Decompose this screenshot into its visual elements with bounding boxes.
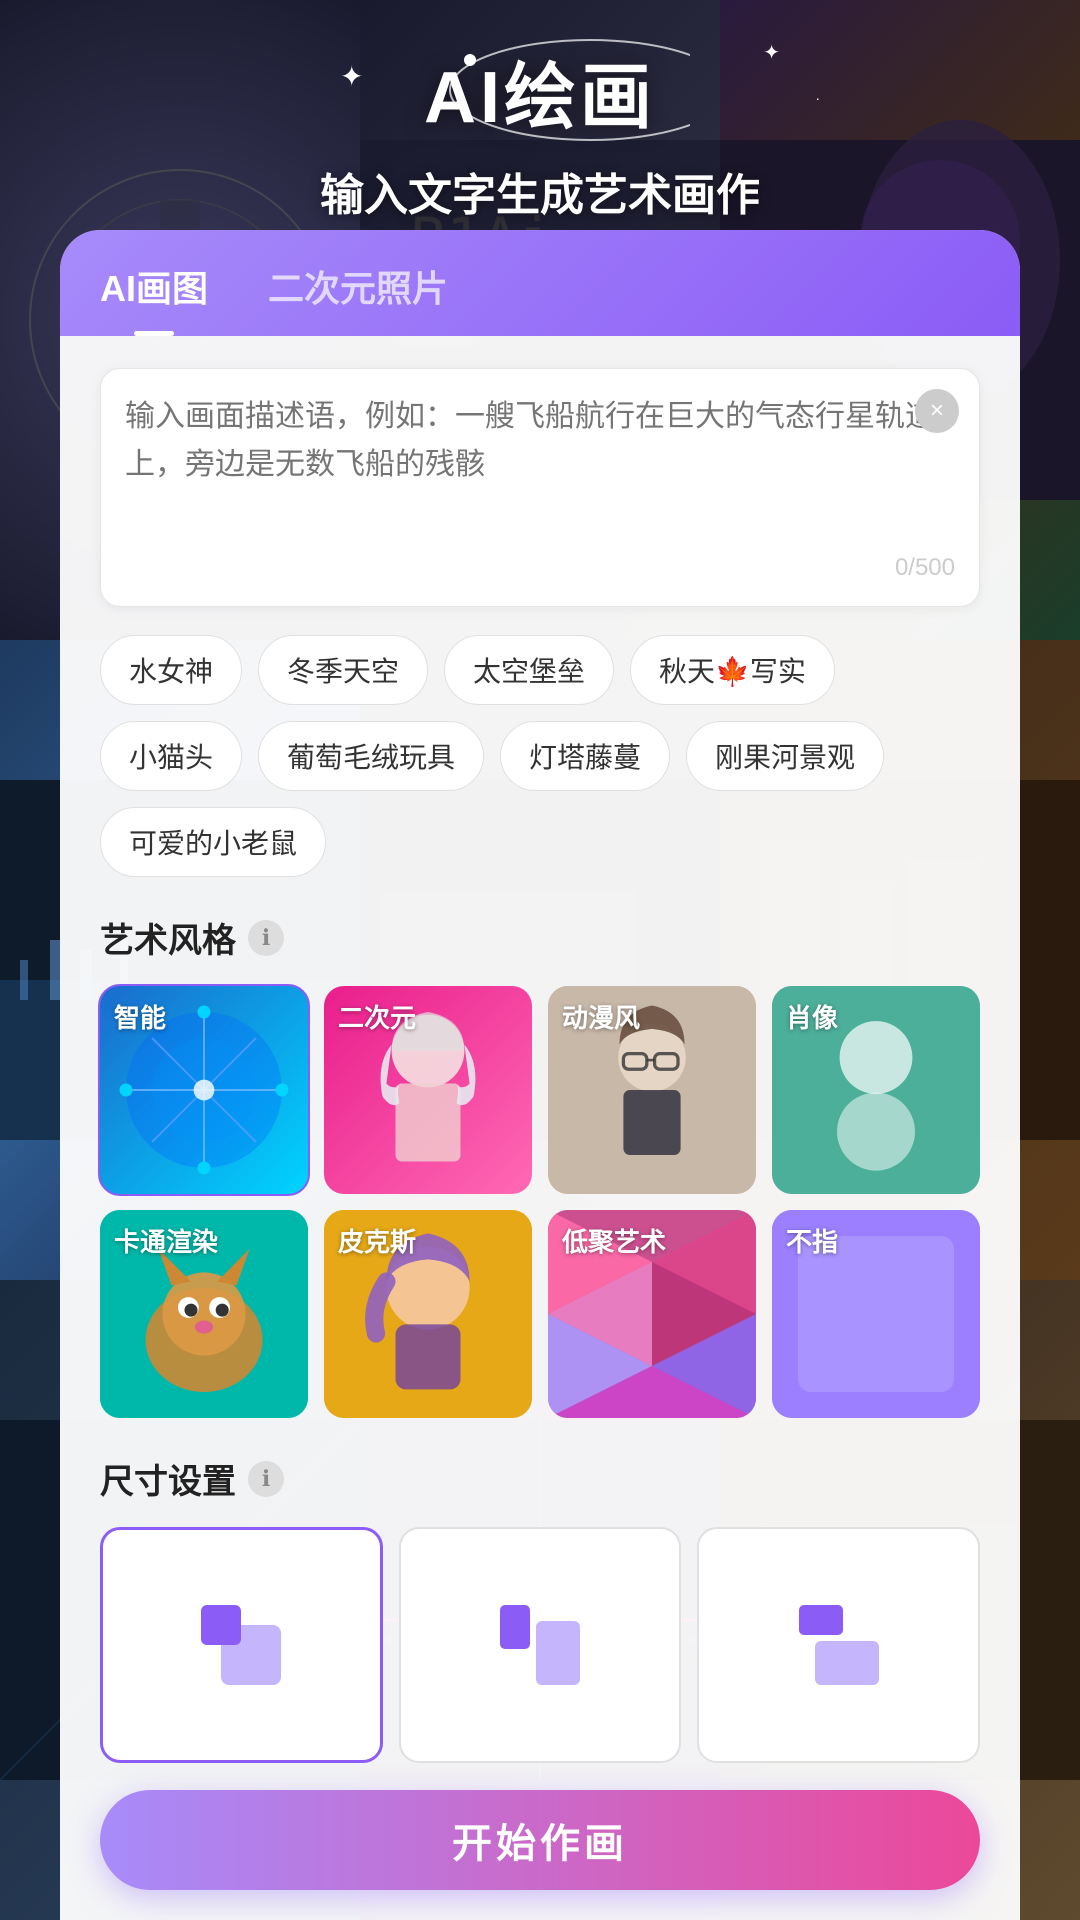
size-icon-landscape [799, 1605, 879, 1685]
tag-灯塔藤蔓[interactable]: 灯塔藤蔓 [500, 721, 670, 791]
text-input-container: × 0/500 [100, 368, 980, 607]
size-settings-title: 尺寸设置 [100, 1454, 236, 1503]
size-card-landscape[interactable] [697, 1527, 980, 1763]
tag-可爱的小老鼠[interactable]: 可爱的小老鼠 [100, 807, 326, 877]
tags-container: 水女神 冬季天空 太空堡垒 秋天🍁写实 小猫头 葡萄毛绒玩具 灯塔藤蔓 刚果河景… [100, 635, 980, 877]
main-card: AI画图 二次元照片 × 0/500 水女神 冬季天空 太空堡垒 秋天🍁写实 小… [60, 230, 1020, 1920]
style-card-lowpoly[interactable]: 低聚艺术 [548, 1210, 756, 1418]
style-label-pixar: 皮克斯 [338, 1222, 416, 1259]
tag-小猫头[interactable]: 小猫头 [100, 721, 242, 791]
art-style-info-icon[interactable]: ℹ [248, 920, 284, 956]
style-card-anime[interactable]: 二次元 [324, 986, 532, 1194]
size-card-portrait[interactable] [399, 1527, 682, 1763]
size-info-icon[interactable]: ℹ [248, 1461, 284, 1497]
tab-ai-draw[interactable]: AI画图 [100, 260, 208, 336]
tag-葡萄毛绒玩具[interactable]: 葡萄毛绒玩具 [258, 721, 484, 791]
style-card-intelligent[interactable]: 智能 [100, 986, 308, 1194]
size-card-square[interactable] [100, 1527, 383, 1763]
char-count-footer: 0/500 [125, 554, 955, 582]
size-icon-square [201, 1605, 281, 1685]
sparkle-right-top: ✦ [763, 40, 780, 65]
generate-btn-container: 开始作画 [100, 1790, 980, 1890]
style-label-portrait: 肖像 [786, 998, 838, 1035]
tab-anime-photo[interactable]: 二次元照片 [268, 260, 448, 336]
char-count: 0/500 [895, 554, 955, 582]
size-icon-portrait [500, 1605, 580, 1685]
generate-button[interactable]: 开始作画 [100, 1790, 980, 1890]
size-settings-header: 尺寸设置 ℹ [100, 1454, 980, 1503]
size-shape-portrait-fg [500, 1605, 530, 1649]
style-label-cartoon: 卡通渲染 [114, 1222, 218, 1259]
style-grid: 智能 二次元 [100, 986, 980, 1418]
size-shape-portrait-bg [536, 1621, 580, 1685]
tag-水女神[interactable]: 水女神 [100, 635, 242, 705]
style-label-anime: 二次元 [338, 998, 416, 1035]
size-shape-landscape-bg [815, 1641, 879, 1685]
tag-冬季天空[interactable]: 冬季天空 [258, 635, 428, 705]
style-label-intelligent: 智能 [114, 998, 166, 1035]
sparkle-left: ✦ [340, 60, 363, 93]
page-title: AI绘画 [424, 38, 656, 143]
tag-太空堡垒[interactable]: 太空堡垒 [444, 635, 614, 705]
tabs-container: AI画图 二次元照片 [60, 230, 1020, 336]
tag-秋天写实[interactable]: 秋天🍁写实 [630, 635, 835, 705]
description-input[interactable] [125, 393, 955, 537]
style-card-cartoon[interactable]: 卡通渲染 [100, 1210, 308, 1418]
style-label-nospec: 不指 [786, 1222, 838, 1259]
card-content: × 0/500 水女神 冬季天空 太空堡垒 秋天🍁写实 小猫头 葡萄毛绒玩具 灯… [60, 336, 1020, 1806]
size-grid [100, 1527, 980, 1763]
sparkle-right-small: · [815, 90, 820, 106]
style-card-nospec[interactable]: 不指 [772, 1210, 980, 1418]
art-style-title: 艺术风格 [100, 913, 236, 962]
art-style-header: 艺术风格 ℹ [100, 913, 980, 962]
style-card-pixar[interactable]: 皮克斯 [324, 1210, 532, 1418]
style-label-manga: 动漫风 [562, 998, 640, 1035]
size-shape-landscape-fg [799, 1605, 843, 1635]
style-card-portrait[interactable]: 肖像 [772, 986, 980, 1194]
size-shape-square-fg [201, 1605, 241, 1645]
page-subtitle: 输入文字生成艺术画作 [320, 159, 760, 223]
tag-刚果河景观[interactable]: 刚果河景观 [686, 721, 884, 791]
header: ✦ ✦ · AI绘画 输入文字生成艺术画作 [0, 0, 1080, 260]
clear-button[interactable]: × [915, 389, 959, 433]
style-card-manga[interactable]: 动漫风 [548, 986, 756, 1194]
style-label-lowpoly: 低聚艺术 [562, 1222, 666, 1259]
